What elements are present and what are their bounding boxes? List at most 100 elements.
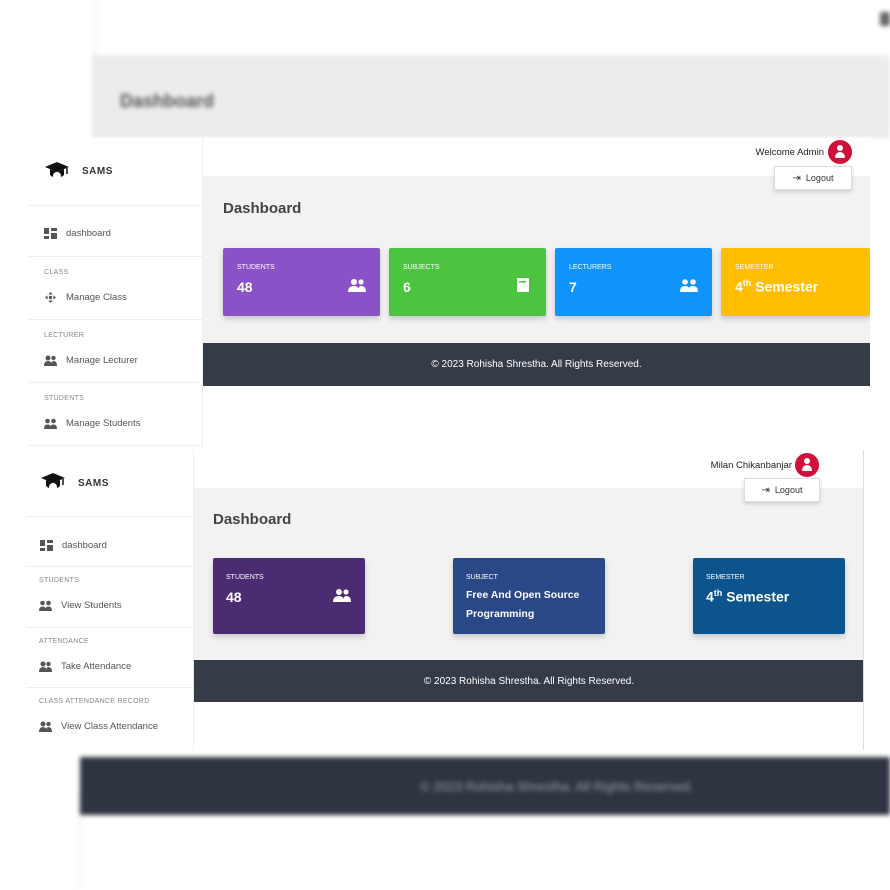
background-left-panel xyxy=(0,0,95,100)
user-avatar-icon[interactable] xyxy=(828,140,852,164)
card-value: 6 xyxy=(403,279,411,295)
logout-icon: ⇥ xyxy=(792,172,801,184)
sidebar-section-title: CLASS xyxy=(44,269,69,276)
screenshot-collage: Dashboard © 2023 Rohisha Shrestha. All R… xyxy=(0,0,890,890)
card-label: STUDENTS xyxy=(237,264,275,271)
card-label: STUDENTS xyxy=(226,574,264,581)
graduation-cap-icon xyxy=(41,473,65,491)
user-avatar-icon[interactable] xyxy=(795,453,819,477)
users-icon xyxy=(333,589,351,602)
subject-name-line2: Programming xyxy=(466,608,535,620)
card-value: 48 xyxy=(237,279,253,295)
admin-lecturer-section: LECTURER Manage Lecturer xyxy=(28,320,202,383)
admin-main: Welcome Admin Dashboard STUDENTS 48 SUBJ… xyxy=(203,138,870,448)
sidebar-item-label: Manage Lecturer xyxy=(66,355,138,366)
background-header: Dashboard xyxy=(92,55,890,138)
admin-brand[interactable]: SAMS xyxy=(28,138,202,206)
background-topbar xyxy=(95,0,890,55)
lecturer-class-attendance-section: CLASS ATTENDANCE RECORD View Class Atten… xyxy=(26,688,193,748)
stat-card-subject[interactable]: SUBJECT Free And Open Source Programming xyxy=(453,558,605,634)
stat-card-students[interactable]: STUDENTS 48 xyxy=(223,248,380,316)
admin-dashboard-panel: SAMS dashboard CLASS Manage Class LECTUR… xyxy=(28,138,870,448)
stat-card-lecturers[interactable]: LECTURERS 7 xyxy=(555,248,712,316)
user-group-icon xyxy=(44,418,57,429)
sidebar-section-title: STUDENTS xyxy=(39,577,80,584)
semester-number: 4 xyxy=(735,278,743,295)
sidebar-section-title: CLASS ATTENDANCE RECORD xyxy=(39,698,150,705)
background-left-lower xyxy=(0,790,80,890)
welcome-text: Milan Chikanbanjar xyxy=(710,460,792,471)
admin-brand-name: SAMS xyxy=(82,166,113,177)
card-value: 48 xyxy=(226,589,242,605)
sidebar-item-label: Manage Students xyxy=(66,418,141,429)
sidebar-item-label: Manage Class xyxy=(66,292,127,303)
admin-students-section: STUDENTS Manage Students xyxy=(28,383,202,446)
card-value: 4th Semester xyxy=(706,588,789,605)
semester-word: Semester xyxy=(726,588,790,605)
card-label: SEMESTER xyxy=(735,264,774,271)
logout-button[interactable]: ⇥ Logout xyxy=(744,478,820,502)
users-icon xyxy=(39,661,52,672)
semester-ordinal: th xyxy=(742,278,752,288)
logout-label: Logout xyxy=(805,173,834,183)
sidebar-item-label: View Class Attendance xyxy=(61,721,158,732)
users-icon xyxy=(348,279,366,292)
welcome-text: Welcome Admin xyxy=(755,147,824,158)
admin-sidebar: SAMS dashboard CLASS Manage Class LECTUR… xyxy=(28,138,203,448)
semester-word: Semester xyxy=(755,278,819,295)
sidebar-item-manage-lecturer[interactable]: Manage Lecturer xyxy=(44,355,202,366)
semester-ordinal: th xyxy=(713,588,723,598)
background-user-icon xyxy=(880,12,890,26)
stat-card-semester[interactable]: SEMESTER 4th Semester xyxy=(721,248,870,316)
semester-number: 4 xyxy=(706,588,714,605)
sidebar-item-label: dashboard xyxy=(66,228,111,239)
sidebar-item-manage-class[interactable]: Manage Class xyxy=(44,292,202,303)
sidebar-item-label: Take Attendance xyxy=(61,661,132,672)
card-label: SUBJECTS xyxy=(403,264,440,271)
admin-dashboard-section: dashboard xyxy=(28,206,202,257)
card-value: 7 xyxy=(569,279,577,295)
book-icon xyxy=(517,278,529,292)
subject-name-line1: Free And Open Source xyxy=(466,589,580,601)
stat-card-subjects[interactable]: SUBJECTS 6 xyxy=(389,248,546,316)
sidebar-section-title: LECTURER xyxy=(44,332,85,339)
footer-text: © 2023 Rohisha Shrestha. All Rights Rese… xyxy=(423,675,635,687)
dashboard-icon xyxy=(44,228,57,239)
graduation-cap-icon xyxy=(45,161,69,180)
sidebar-item-label: View Students xyxy=(61,600,122,611)
background-footer-text: © 2023 Rohisha Shrestha. All Rights Rese… xyxy=(420,779,694,794)
page-title: Dashboard xyxy=(223,200,302,217)
sidebar-item-view-class-attendance[interactable]: View Class Attendance xyxy=(39,721,193,732)
users-icon xyxy=(44,355,57,366)
sidebar-item-dashboard[interactable]: dashboard xyxy=(44,228,202,239)
sidebar-item-view-students[interactable]: View Students xyxy=(39,600,193,611)
admin-class-section: CLASS Manage Class xyxy=(28,257,202,320)
lecturer-footer: © 2023 Rohisha Shrestha. All Rights Rese… xyxy=(194,660,863,702)
sidebar-item-label: dashboard xyxy=(62,540,107,551)
sidebar-section-title: ATTENDANCE xyxy=(39,638,89,645)
logout-button[interactable]: ⇥ Logout xyxy=(774,166,852,190)
users-icon xyxy=(680,279,698,292)
card-label: SEMESTER xyxy=(706,574,745,581)
users-icon xyxy=(39,721,52,732)
stat-card-students[interactable]: STUDENTS 48 xyxy=(213,558,365,634)
sidebar-item-dashboard[interactable]: dashboard xyxy=(40,540,193,551)
footer-text: © 2023 Rohisha Shrestha. All Rights Rese… xyxy=(431,359,642,370)
user-group-icon xyxy=(39,600,52,611)
card-label: SUBJECT xyxy=(466,574,498,581)
stat-card-semester[interactable]: SEMESTER 4th Semester xyxy=(693,558,845,634)
lecturer-students-section: STUDENTS View Students xyxy=(26,567,193,628)
dashboard-icon xyxy=(40,540,53,551)
page-title: Dashboard xyxy=(213,511,292,528)
background-page-title: Dashboard xyxy=(120,91,215,111)
lecturer-attendance-section: ATTENDANCE Take Attendance xyxy=(26,628,193,688)
lecturer-sidebar: SAMS dashboard STUDENTS View Students AT… xyxy=(26,450,194,750)
admin-content: Dashboard STUDENTS 48 SUBJECTS 6 LECTURE… xyxy=(203,176,870,343)
lecturer-dashboard-panel: SAMS dashboard STUDENTS View Students AT… xyxy=(26,450,864,750)
background-footer: © 2023 Rohisha Shrestha. All Rights Rese… xyxy=(80,757,890,815)
sidebar-item-take-attendance[interactable]: Take Attendance xyxy=(39,661,193,672)
lecturer-brand[interactable]: SAMS xyxy=(26,450,193,517)
card-label: LECTURERS xyxy=(569,264,612,271)
logout-icon: ⇥ xyxy=(761,484,770,496)
sidebar-item-manage-students[interactable]: Manage Students xyxy=(44,418,202,429)
